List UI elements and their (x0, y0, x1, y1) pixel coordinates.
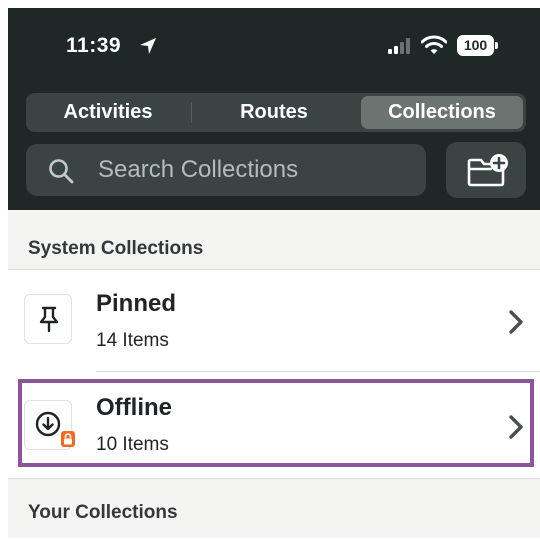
search-icon (49, 159, 74, 184)
collection-row-pinned[interactable]: Pinned 14 Items (8, 270, 540, 374)
new-collection-button[interactable] (446, 142, 526, 198)
segment-divider (191, 102, 192, 123)
search-input[interactable] (98, 152, 416, 188)
header: 11:39 100 Activities Routes Collections … (8, 8, 540, 210)
collection-row-offline[interactable]: Offline 10 Items (8, 374, 540, 478)
pin-icon (39, 306, 59, 333)
offline-icon-container (24, 400, 75, 450)
section-header-system: System Collections (8, 210, 540, 270)
tab-collections[interactable]: Collections (361, 96, 523, 129)
row-count-pinned: 14 Items (96, 330, 169, 351)
row-title-pinned: Pinned (96, 290, 177, 317)
battery-tip (495, 42, 498, 49)
row-count-offline: 10 Items (96, 434, 169, 455)
section-title-system: System Collections (28, 238, 204, 259)
row-divider (96, 371, 540, 372)
location-arrow-icon (140, 38, 156, 54)
battery-level: 100 (457, 35, 494, 56)
status-time: 11:39 (66, 34, 122, 57)
new-folder-plus-icon (467, 154, 508, 187)
cellular-signal-icon (388, 38, 410, 54)
app-screen: 11:39 100 Activities Routes Collections … (8, 8, 540, 544)
chevron-right-icon (509, 415, 523, 439)
tab-routes[interactable]: Routes (194, 96, 354, 129)
section-title-yours: Your Collections (28, 502, 178, 523)
segmented-control: Activities Routes Collections (26, 93, 526, 132)
download-circle-icon (35, 411, 61, 437)
section-header-yours: Your Collections (8, 478, 540, 538)
wifi-icon (421, 35, 447, 54)
chevron-right-icon (509, 310, 523, 334)
battery-icon: 100 (457, 35, 499, 56)
lock-icon (61, 431, 75, 447)
tab-activities[interactable]: Activities (29, 96, 187, 129)
search-bar[interactable] (26, 144, 426, 196)
status-bar: 11:39 100 (8, 8, 540, 88)
pinned-icon-container (24, 294, 72, 344)
row-title-offline: Offline (96, 394, 172, 421)
